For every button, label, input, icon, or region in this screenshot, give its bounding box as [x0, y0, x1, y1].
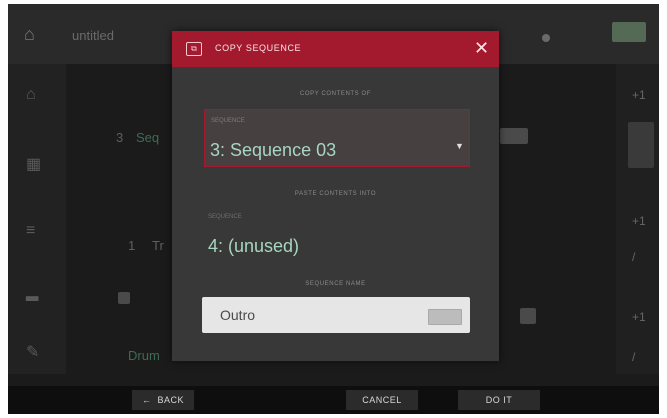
bg-row-number: 1 — [128, 238, 136, 253]
keyboard-icon[interactable] — [428, 309, 462, 325]
target-field-label: SEQUENCE — [208, 214, 242, 220]
sequence-name-field[interactable]: Outro — [202, 297, 470, 333]
levels-icon: ▂ — [26, 284, 39, 301]
cancel-button[interactable]: CANCEL — [346, 390, 418, 410]
source-sequence-value: 3: Sequence 03 — [210, 140, 337, 160]
project-title: untitled — [72, 28, 114, 43]
copy-sequence-dialog: ⧉ COPY SEQUENCE ✕ COPY CONTENTS OF SEQUE… — [172, 31, 499, 361]
bg-mark: / — [632, 350, 636, 364]
bg-row-label: Drum — [128, 348, 160, 363]
bg-button — [628, 122, 654, 168]
target-sequence-value[interactable]: 4: (unused) — [208, 236, 299, 257]
copy-icon: ⧉ — [186, 42, 202, 56]
grid-icon: ▦ — [26, 156, 42, 173]
do-it-button[interactable]: DO IT — [458, 390, 540, 410]
source-section-label: COPY CONTENTS OF — [299, 91, 372, 97]
home-icon: ⌂ — [24, 24, 35, 44]
status-indicator — [612, 22, 646, 42]
app-frame: ⌂ untitled ⌂ ▦ ≡ ▂ ✎ 3 Seq 1 Tr Drum +1 … — [8, 4, 659, 414]
back-label: BACK — [157, 395, 185, 405]
tools-icon: ✎ — [26, 344, 40, 361]
bg-mark: / — [632, 250, 636, 264]
bg-mark: +1 — [632, 88, 646, 102]
right-column: +1 +1 / +1 / — [616, 64, 659, 374]
chevron-down-icon: ▼ — [455, 141, 464, 151]
record-indicator — [542, 34, 550, 42]
bottom-bar: ← BACK CANCEL DO IT — [8, 386, 659, 414]
name-section-label: SEQUENCE NAME — [305, 281, 366, 287]
target-section-label: PASTE CONTENTS INTO — [294, 191, 377, 197]
arrow-left-icon: ← — [141, 395, 158, 405]
bg-chip — [500, 128, 528, 144]
bg-row-label: Tr — [152, 238, 164, 253]
menu-icon: ≡ — [26, 222, 36, 239]
back-button[interactable]: ← BACK — [132, 390, 194, 410]
bg-mark: +1 — [632, 310, 646, 324]
dialog-title: COPY SEQUENCE — [215, 43, 302, 53]
bg-chip — [520, 308, 536, 324]
bg-row-label: Seq — [136, 130, 160, 145]
dialog-header: ⧉ COPY SEQUENCE ✕ — [172, 31, 499, 67]
home-icon: ⌂ — [26, 86, 36, 103]
bg-checkbox — [118, 292, 130, 304]
source-sequence-select[interactable]: SEQUENCE 3: Sequence 03 ▼ — [204, 109, 470, 167]
source-field-label: SEQUENCE — [211, 118, 245, 124]
sequence-name-value: Outro — [220, 307, 256, 323]
bg-row-number: 3 — [116, 130, 124, 145]
sidebar: ⌂ ▦ ≡ ▂ ✎ — [8, 64, 66, 374]
bg-mark: +1 — [632, 214, 646, 228]
close-icon[interactable]: ✕ — [474, 38, 489, 58]
